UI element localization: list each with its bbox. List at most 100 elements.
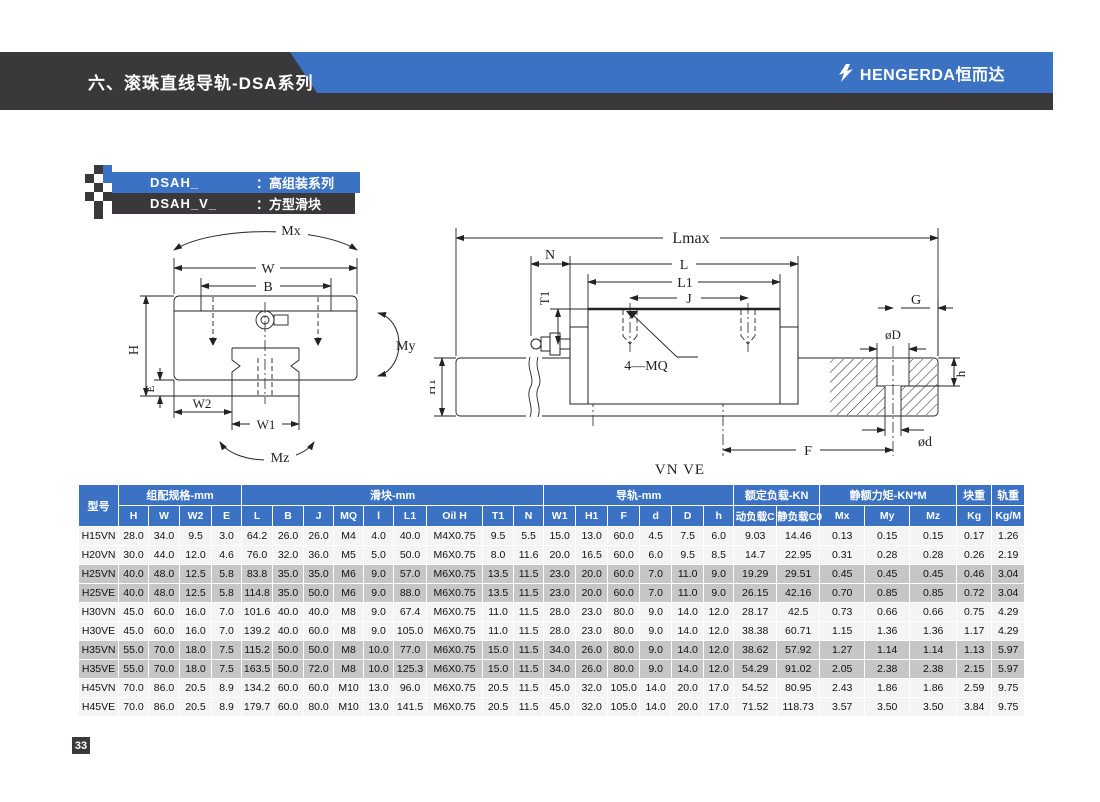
table-cell: 83.8 [242,565,273,584]
table-cell: 0.85 [865,584,910,603]
table-column-header: MQ [334,506,364,527]
table-cell: M8 [334,641,364,660]
table-row: H30VE45.060.016.07.0139.240.060.0M89.010… [79,622,1025,641]
table-cell: 0.46 [957,565,992,584]
table-column-header: l [364,506,394,527]
table-cell: 9.0 [640,660,672,679]
table-cell: 34.0 [149,527,180,546]
table-cell: 26.0 [304,527,334,546]
table-cell: 45.0 [119,622,149,641]
table-cell: 26.15 [734,584,777,603]
table-cell: 76.0 [242,546,273,565]
table-group-header: 滑块-mm [242,485,544,506]
table-cell: 1.13 [957,641,992,660]
table-cell: 1.14 [865,641,910,660]
table-cell: 7.5 [212,660,242,679]
table-cell: 14.0 [672,641,704,660]
dim-label-j: J [686,292,692,307]
table-cell: 28.0 [119,527,149,546]
checker-square [103,174,112,183]
checker-square [103,192,112,201]
table-cell: 0.45 [865,565,910,584]
table-cell: 29.51 [777,565,820,584]
table-column-header: Mz [910,506,957,527]
table-cell: 72.0 [304,660,334,679]
table-cell: 14.7 [734,546,777,565]
table-cell: 23.0 [544,565,576,584]
table-cell: 28.0 [544,622,576,641]
table-cell: 6.0 [640,546,672,565]
table-cell: 12.5 [180,584,212,603]
table-cell: 4.29 [992,603,1025,622]
checker-square [94,174,103,183]
dim-label-mq: 4—MQ [624,359,668,374]
table-cell: 0.85 [910,584,957,603]
table-cell: 23.0 [544,584,576,603]
series-desc: ：高组装系列 [256,173,334,192]
page-title: 六、滚珠直线导轨-DSA系列 [88,52,314,110]
table-cell: 1.15 [820,622,865,641]
table-cell: 60.0 [149,622,180,641]
table-column-header: h [704,506,734,527]
model-cell: H15VN [79,527,119,546]
dim-label-lmax: Lmax [672,230,709,247]
table-row: H20VN30.044.012.04.676.032.036.0M55.050.… [79,546,1025,565]
table-cell: 86.0 [149,698,180,717]
checker-square [94,210,103,219]
dim-label-w1: W1 [257,417,276,432]
model-cell: H25VE [79,584,119,603]
table-cell: 18.0 [180,641,212,660]
table-cell: M6 [334,584,364,603]
checker-square [94,165,103,174]
table-row: H35VN55.070.018.07.5115.250.050.0M810.07… [79,641,1025,660]
catalog-page: 六、滚珠直线导轨-DSA系列 HENGERDA恒而达 DSAH_ ：高组装系列 … [0,0,1100,802]
table-cell: 7.5 [212,641,242,660]
table-cell: 9.5 [180,527,212,546]
table-cell: 2.38 [910,660,957,679]
table-cell: 125.3 [394,660,427,679]
table-cell: 7.0 [212,622,242,641]
table-cell: 13.0 [364,698,394,717]
table-cell: 15.0 [483,660,514,679]
table-cell: 3.50 [865,698,910,717]
table-row: H25VE40.048.012.55.8114.835.050.0M69.088… [79,584,1025,603]
table-cell: 3.04 [992,584,1025,603]
dim-label-l1: L1 [677,276,693,291]
table-cell: 60.0 [273,679,304,698]
table-cell: 77.0 [394,641,427,660]
table-cell: 20.0 [576,565,608,584]
table-cell: 91.02 [777,660,820,679]
table-cell: 5.8 [212,565,242,584]
table-cell: 3.0 [212,527,242,546]
table-cell: 1.14 [910,641,957,660]
dim-label-mx: Mx [281,224,300,239]
table-cell: 18.0 [180,660,212,679]
table-cell: 9.0 [640,641,672,660]
table-cell: 0.73 [820,603,865,622]
table-cell: 26.0 [576,660,608,679]
table-cell: 48.0 [149,565,180,584]
table-cell: 60.0 [608,584,640,603]
table-cell: 40.0 [273,603,304,622]
table-group-header: 导轨-mm [544,485,734,506]
table-column-header: Kg/M [992,506,1025,527]
table-cell: 1.86 [910,679,957,698]
table-cell: 50.0 [273,641,304,660]
table-cell: M8 [334,603,364,622]
model-cell: H35VN [79,641,119,660]
table-cell: 20.0 [544,546,576,565]
table-cell: 35.0 [273,584,304,603]
checker-square [94,183,103,192]
table-row: H45VE70.086.020.58.9179.760.080.0M1013.0… [79,698,1025,717]
table-cell: 115.2 [242,641,273,660]
table-cell: 139.2 [242,622,273,641]
table-cell: 36.0 [304,546,334,565]
model-cell: H45VN [79,679,119,698]
table-cell: 0.17 [957,527,992,546]
table-cell: 45.0 [544,679,576,698]
table-cell: 12.0 [704,622,734,641]
table-cell: 5.97 [992,660,1025,679]
table-group-header: 轨重 [992,485,1025,506]
table-cell: 9.0 [364,565,394,584]
table-cell: 12.0 [704,660,734,679]
